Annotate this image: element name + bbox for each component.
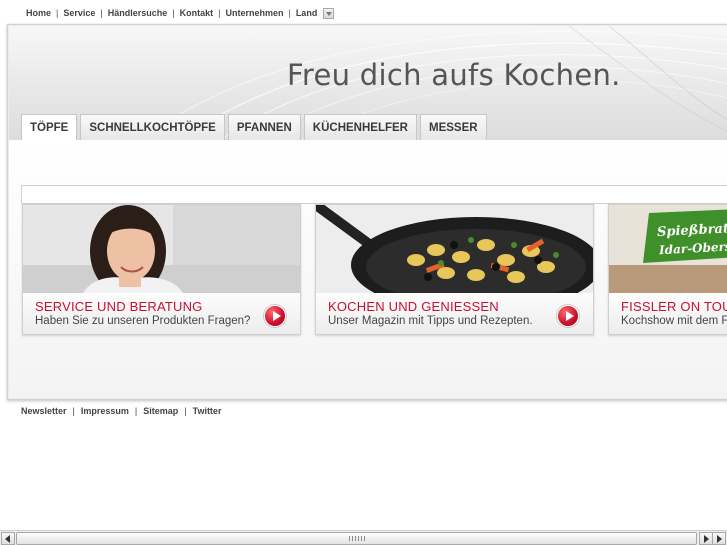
teaser-card-fissler-on-tour[interactable]: Spießbrate Idar-Oberste FISSLER ON TOU K… (608, 204, 727, 335)
footer-separator: | (72, 406, 75, 416)
nav-separator: | (288, 8, 291, 18)
play-arrow-icon[interactable] (264, 305, 286, 327)
tab-messer[interactable]: MESSER (420, 114, 487, 141)
nav-separator: | (56, 8, 59, 18)
content-strip (21, 185, 727, 204)
pan-food-icon (316, 205, 593, 293)
top-nav: Home | Service | Händlersuche | Kontakt … (26, 6, 335, 20)
slogan: Freu dich aufs Kochen. (287, 58, 621, 92)
card-caption: KOCHEN UND GENIESSEN Unser Magazin mit T… (316, 293, 593, 334)
nav-separator: | (172, 8, 175, 18)
scroll-left-arrow-icon[interactable] (1, 532, 15, 545)
footer-sitemap-link[interactable]: Sitemap (143, 406, 178, 416)
scroll-right-arrow-icon[interactable] (699, 532, 713, 545)
woman-portrait-icon (23, 205, 300, 293)
card-title: KOCHEN UND GENIESSEN (328, 299, 499, 314)
card-subtitle: Kochshow mit dem F (621, 315, 727, 327)
nav-land-link[interactable]: Land (296, 8, 318, 18)
footer-newsletter-link[interactable]: Newsletter (21, 406, 67, 416)
footer-separator: | (134, 406, 138, 416)
land-dropdown-icon[interactable] (323, 7, 335, 19)
footer-nav: Newsletter | Impressum | Sitemap | Twitt… (21, 406, 221, 416)
nav-kontakt-link[interactable]: Kontakt (180, 8, 214, 18)
nav-home-link[interactable]: Home (26, 8, 51, 18)
nav-separator: | (100, 8, 103, 18)
roast-banner-icon: Spießbrate Idar-Oberste (609, 205, 727, 293)
grip-icon (348, 536, 365, 541)
scrollbar-thumb[interactable] (16, 532, 697, 545)
teaser-card-kochen[interactable]: KOCHEN UND GENIESSEN Unser Magazin mit T… (315, 204, 594, 335)
footer-impressum-link[interactable]: Impressum (81, 406, 129, 416)
tab-schnellkochtoepfe[interactable]: SCHNELLKOCHTÖPFE (80, 114, 225, 141)
nav-service-link[interactable]: Service (63, 8, 95, 18)
teaser-card-service[interactable]: SERVICE UND BERATUNG Haben Sie zu unsere… (22, 204, 301, 335)
play-arrow-icon[interactable] (557, 305, 579, 327)
card-title: SERVICE UND BERATUNG (35, 299, 203, 314)
tab-pfannen[interactable]: PFANNEN (227, 114, 301, 141)
card-caption: SERVICE UND BERATUNG Haben Sie zu unsere… (23, 293, 300, 334)
nav-haendlersuche-link[interactable]: Händlersuche (108, 8, 168, 18)
footer-separator: | (184, 406, 187, 416)
card-subtitle: Haben Sie zu unseren Produkten Fragen? (35, 315, 251, 327)
scroll-right-end-arrow-icon[interactable] (712, 532, 726, 545)
nav-unternehmen-link[interactable]: Unternehmen (225, 8, 283, 18)
tab-toepfe[interactable]: TÖPFE (21, 114, 78, 141)
category-tabs: TÖPFE SCHNELLKOCHTÖPFE PFANNEN KÜCHENHEL… (21, 114, 490, 141)
footer-twitter-link[interactable]: Twitter (193, 406, 222, 416)
card-subtitle: Unser Magazin mit Tipps und Rezepten. (328, 315, 533, 327)
nav-separator: | (218, 8, 221, 18)
horizontal-scrollbar[interactable] (0, 530, 727, 545)
card-title: FISSLER ON TOU (621, 299, 727, 314)
card-caption: FISSLER ON TOU Kochshow mit dem F (609, 293, 727, 334)
tab-kuechenhelfer[interactable]: KÜCHENHELFER (303, 114, 417, 141)
